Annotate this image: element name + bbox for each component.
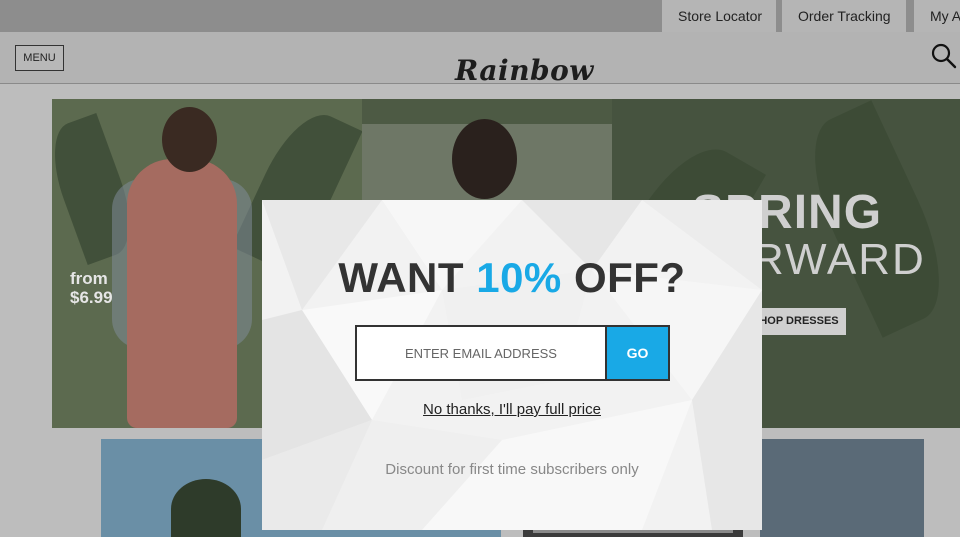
model-head-2 (452, 119, 517, 199)
promo-price-value: $6.99 (70, 288, 113, 307)
model-figure (127, 159, 237, 428)
go-button[interactable]: GO (607, 325, 670, 381)
title-suffix: OFF? (561, 254, 686, 301)
store-locator-link[interactable]: Store Locator (662, 0, 776, 32)
search-icon[interactable] (930, 42, 958, 70)
model-head (162, 107, 217, 172)
hero-headline-2: RWARD (752, 235, 926, 284)
utility-bar: Store Locator Order Tracking My A (0, 0, 960, 32)
email-input[interactable] (355, 325, 607, 381)
decline-link[interactable]: No thanks, I'll pay full price (262, 401, 762, 418)
menu-button[interactable]: MENU (15, 45, 64, 71)
palm-tree-image (171, 479, 241, 537)
promo-tile-right[interactable] (760, 439, 924, 537)
site-header: MENU Rainbow (0, 32, 960, 87)
rainbow-logo[interactable]: Rainbow (455, 54, 593, 88)
disclaimer-text: Discount for first time subscribers only (385, 461, 639, 478)
shop-dresses-button[interactable]: HOP DRESSES (752, 308, 846, 335)
title-accent: 10% (476, 254, 562, 301)
my-account-link[interactable]: My A (914, 0, 960, 32)
order-tracking-link[interactable]: Order Tracking (782, 0, 906, 32)
promo-from-label: from (70, 269, 108, 288)
modal-title: WANT 10% OFF? (262, 254, 762, 302)
email-signup-modal: WANT 10% OFF? GO No thanks, I'll pay ful… (262, 200, 762, 530)
promo-price: from $6.99 (70, 269, 113, 307)
title-prefix: WANT (338, 254, 477, 301)
